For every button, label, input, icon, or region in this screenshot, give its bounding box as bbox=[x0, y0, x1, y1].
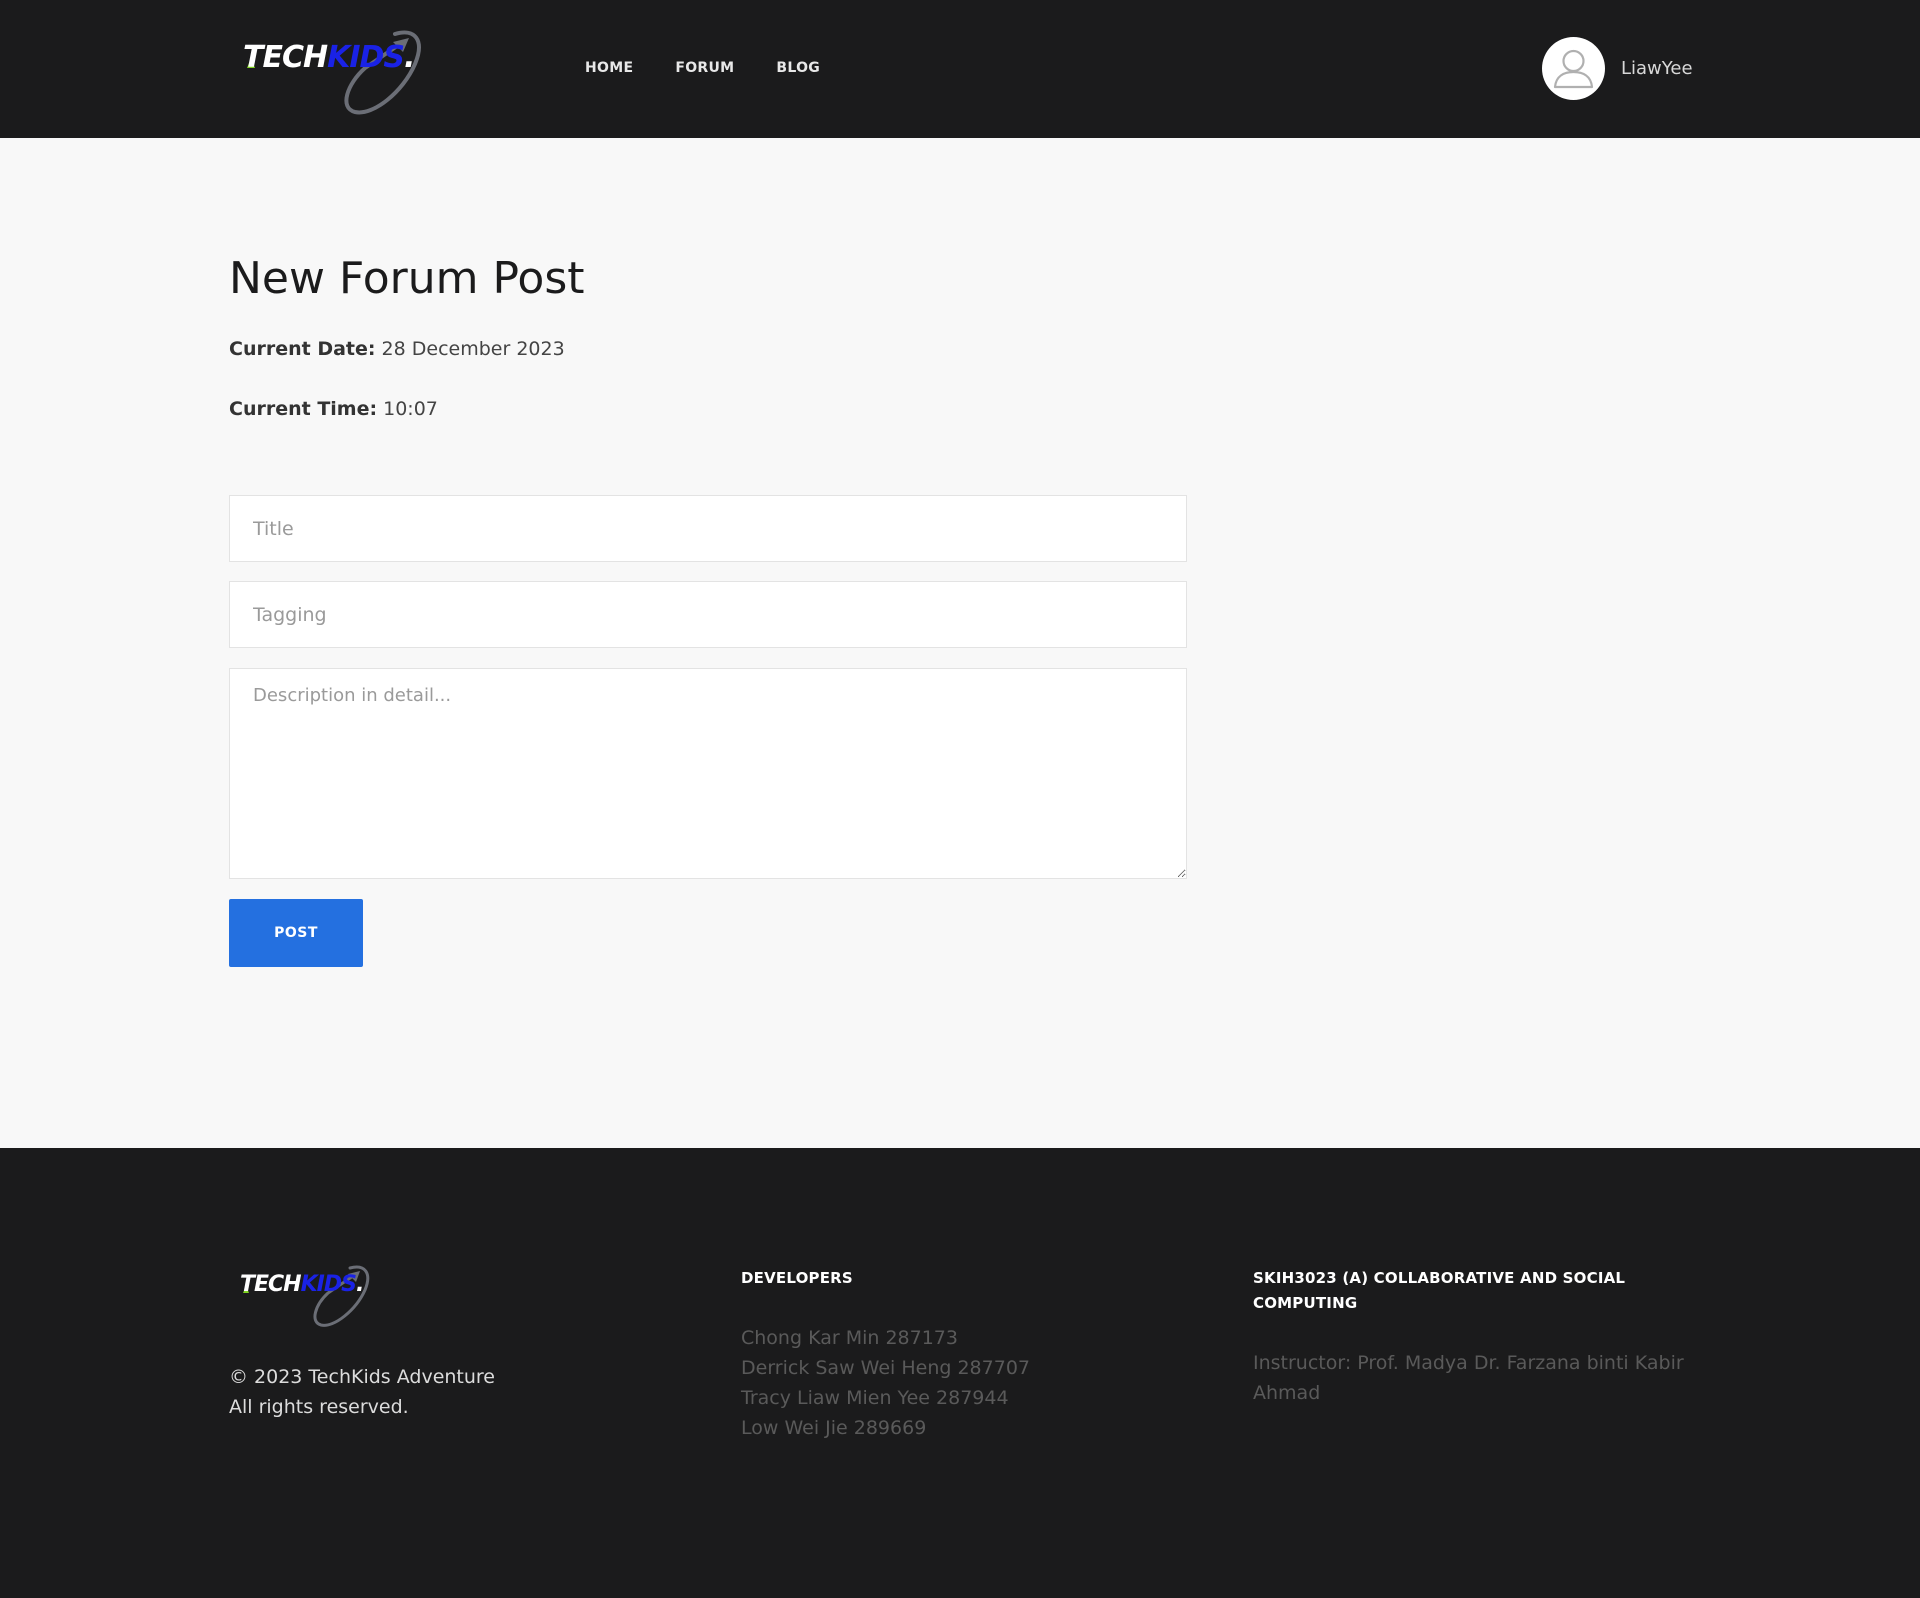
copyright: © 2023 TechKids Adventure All rights res… bbox=[229, 1362, 495, 1422]
logo-kids: KIDS bbox=[327, 40, 405, 75]
current-time-value: 10:07 bbox=[383, 398, 438, 420]
techkids-logo[interactable]: TECHKIDS. bbox=[243, 28, 478, 116]
course-heading: SKIH3023 (A) COLLABORATIVE AND SOCIAL CO… bbox=[1253, 1269, 1626, 1312]
rights-line: All rights reserved. bbox=[229, 1396, 409, 1418]
nav-home[interactable]: HOME bbox=[585, 60, 633, 76]
developer-item: Low Wei Jie 289669 bbox=[741, 1417, 927, 1439]
copyright-line: © 2023 TechKids Adventure bbox=[229, 1366, 495, 1388]
site-header: TECHKIDS. HOME FORUM BLOG LiawYee bbox=[0, 0, 1920, 138]
post-button[interactable]: POST bbox=[229, 899, 363, 967]
current-time-label: Current Time: bbox=[229, 398, 378, 420]
logo-wordmark: TECHKIDS. bbox=[243, 40, 415, 75]
current-date: Current Date: 28 December 2023 bbox=[229, 338, 565, 360]
footer-logo-dot: . bbox=[355, 1272, 364, 1297]
tagging-input[interactable] bbox=[229, 581, 1187, 648]
logo-dot: . bbox=[404, 40, 415, 75]
developer-item: Tracy Liaw Mien Yee 287944 bbox=[741, 1387, 1009, 1409]
nav-blog[interactable]: BLOG bbox=[776, 60, 820, 76]
username[interactable]: LiawYee bbox=[1621, 58, 1693, 79]
developer-item: Chong Kar Min 287173 bbox=[741, 1327, 958, 1349]
current-date-value: 28 December 2023 bbox=[381, 338, 565, 360]
user-menu[interactable]: LiawYee bbox=[1542, 37, 1693, 100]
title-input[interactable] bbox=[229, 495, 1187, 562]
description-textarea[interactable] bbox=[229, 668, 1187, 879]
developer-item: Derrick Saw Wei Heng 287707 bbox=[741, 1357, 1030, 1379]
footer-logo-tech: TECH bbox=[240, 1272, 302, 1297]
current-date-label: Current Date: bbox=[229, 338, 376, 360]
nav-forum[interactable]: FORUM bbox=[675, 60, 734, 76]
user-silhouette-icon bbox=[1553, 49, 1594, 89]
footer-logo-kids: KIDS bbox=[300, 1272, 357, 1297]
current-time: Current Time: 10:07 bbox=[229, 398, 438, 420]
page-title: New Forum Post bbox=[229, 253, 585, 304]
logo-tech: TECH bbox=[243, 40, 328, 75]
developers-list: Chong Kar Min 287173 Derrick Saw Wei Hen… bbox=[741, 1323, 1030, 1443]
footer-logo[interactable]: TECHKIDS. bbox=[240, 1264, 410, 1328]
avatar[interactable] bbox=[1542, 37, 1605, 100]
footer-logo-wordmark: TECHKIDS. bbox=[240, 1272, 364, 1297]
main-nav: HOME FORUM BLOG bbox=[585, 60, 862, 76]
developers-heading: DEVELOPERS bbox=[741, 1269, 853, 1287]
instructor-text: Instructor: Prof. Madya Dr. Farzana bint… bbox=[1253, 1352, 1684, 1404]
site-footer: TECHKIDS. © 2023 TechKids Adventure All … bbox=[0, 1148, 1920, 1598]
